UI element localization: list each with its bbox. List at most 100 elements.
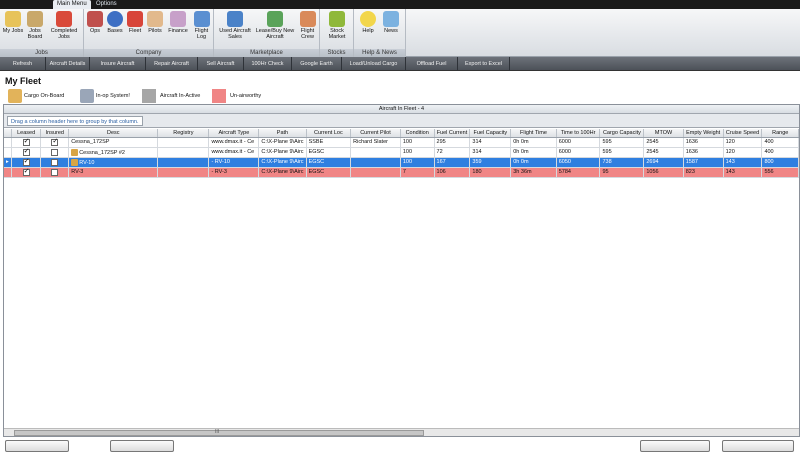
cargo-box-icon <box>8 89 22 103</box>
column-header-insured[interactable]: Insured <box>40 129 70 138</box>
leased-cell <box>11 147 42 158</box>
insured-checkbox[interactable] <box>51 137 59 146</box>
table-row[interactable]: ▸ RV-10 - RV-10C:\X-Plane 9\AircEGSC 100167… <box>4 157 799 168</box>
sell-aircraft-button[interactable]: Sell Aircraft <box>198 57 244 71</box>
cell-fuel-capacity: 359 <box>469 157 512 168</box>
lease-buy-new-aircraft-button[interactable]: Lease/Buy New Aircraft <box>255 11 295 40</box>
news-button[interactable]: News <box>380 11 402 34</box>
column-header-current-loc[interactable]: Current Loc <box>306 129 352 138</box>
cell-time-to-100hr: 6000 <box>556 147 601 158</box>
cell-condition: 100 <box>400 147 435 158</box>
tab-options[interactable]: Options <box>92 0 121 9</box>
leased-cell <box>11 157 42 168</box>
fleet-button[interactable]: Fleet <box>126 11 144 34</box>
cell-cargo-capacity: 738 <box>599 157 645 168</box>
insured-checkbox[interactable] <box>51 158 59 166</box>
repair-aircraft-button[interactable]: Repair Aircraft <box>146 57 198 71</box>
flight-log-button[interactable]: Flight Log <box>191 11 212 40</box>
column-header-path[interactable]: Path <box>258 129 307 138</box>
column-header-aircraft-type[interactable]: Aircraft Type <box>208 129 260 138</box>
cell-flight-time: 0h 0m <box>510 147 557 158</box>
column-header-empty-weight[interactable]: Empty Weight <box>683 129 724 138</box>
insured-checkbox[interactable] <box>51 168 59 176</box>
leased-checkbox[interactable] <box>22 137 30 146</box>
jobs-board-button[interactable]: Jobs Board <box>25 11 45 40</box>
column-header-current-pilot[interactable]: Current Pilot <box>350 129 401 138</box>
bottom-button-2[interactable] <box>110 440 174 452</box>
used-aircraft-sales-button[interactable]: Used Aircraft Sales <box>217 11 253 40</box>
cell-current-loc: EGSC <box>306 157 352 168</box>
cell-desc: RV-3 <box>68 167 159 178</box>
cell-cruise-speed: 143 <box>723 167 763 178</box>
cell-registry <box>157 137 210 148</box>
google-earth-button[interactable]: Google Earth <box>292 57 342 71</box>
cell-cargo-capacity: 95 <box>599 167 645 178</box>
fleet-toolbar: Refresh Aircraft Details Insure Aircraft… <box>0 57 800 71</box>
cell-current-pilot <box>350 147 401 158</box>
column-header-fuel-current[interactable]: Fuel Current <box>434 129 471 138</box>
horizontal-scrollbar[interactable]: III <box>4 428 799 436</box>
bottom-button-3[interactable] <box>640 440 710 452</box>
bottom-button-1[interactable] <box>5 440 69 452</box>
export-to-excel-button[interactable]: Export to Excel <box>458 57 510 71</box>
cell-aircraft-type: - RV-3 <box>208 167 260 178</box>
group-label-help-news: Help & News <box>354 49 405 57</box>
scroll-thumb[interactable]: III <box>14 429 424 436</box>
column-header-leased[interactable]: Leased <box>11 129 42 138</box>
group-company: Ops Bases Fleet Pilots Finance Flight Lo… <box>84 9 214 57</box>
flight-crew-button[interactable]: Flight Crew <box>297 11 318 40</box>
table-row[interactable]: Cessna_172SP www.dmax.it - CeC:\X-Plane 9… <box>4 137 799 148</box>
insured-checkbox[interactable] <box>51 148 59 156</box>
cell-condition: 100 <box>400 137 435 148</box>
load-unload-cargo-button[interactable]: Load/Unload Cargo <box>342 57 406 71</box>
column-header-desc[interactable]: Desc <box>68 129 159 138</box>
stock-market-button[interactable]: Stock Market <box>323 11 351 40</box>
leased-checkbox[interactable] <box>22 157 30 166</box>
money-icon <box>170 11 186 27</box>
pilots-button[interactable]: Pilots <box>145 11 165 34</box>
column-header-flight-time[interactable]: Flight Time <box>510 129 557 138</box>
insure-aircraft-button[interactable]: Insure Aircraft <box>90 57 146 71</box>
bases-button[interactable]: Bases <box>105 11 125 34</box>
insured-cell <box>40 167 70 178</box>
hundred-hr-check-button[interactable]: 100Hr Check <box>244 57 292 71</box>
column-header-mtow[interactable]: MTOW <box>643 129 684 138</box>
cell-cruise-speed: 143 <box>723 157 763 168</box>
column-header-time-to-100hr[interactable]: Time to 100Hr <box>556 129 601 138</box>
leased-checkbox[interactable] <box>22 167 30 176</box>
cell-empty-weight: 1636 <box>683 137 724 148</box>
cell-fuel-current: 72 <box>434 147 471 158</box>
tab-main-menu[interactable]: Main Menu <box>53 0 91 9</box>
group-label-stocks: Stocks <box>320 49 353 57</box>
refresh-button[interactable]: Refresh <box>0 57 46 71</box>
legend-unairworthy: Un-airworthy <box>230 93 262 99</box>
group-by-area[interactable]: Drag a column header here to group by th… <box>4 114 799 128</box>
my-jobs-button[interactable]: My Jobs <box>2 11 24 34</box>
table-row[interactable]: Cessna_172SP #2 www.dmax.it - CeC:\X-Plan… <box>4 147 799 158</box>
leased-checkbox[interactable] <box>22 147 30 156</box>
checkmark-icon <box>56 11 72 27</box>
ops-button[interactable]: Ops <box>86 11 104 34</box>
help-button[interactable]: Help <box>358 11 378 34</box>
column-header-cruise-speed[interactable]: Cruise Speed <box>723 129 763 138</box>
row-indicator <box>4 147 12 158</box>
finance-button[interactable]: Finance <box>166 11 190 34</box>
cell-mtow: 2545 <box>643 147 684 158</box>
cell-aircraft-type: - RV-10 <box>208 157 260 168</box>
column-header-condition[interactable]: Condition <box>400 129 435 138</box>
cell-mtow: 2694 <box>643 157 684 168</box>
legend-cargo: Cargo On-Board <box>24 93 65 99</box>
completed-jobs-button[interactable]: Completed Jobs <box>47 11 81 40</box>
aircraft-details-button[interactable]: Aircraft Details <box>46 57 90 71</box>
cell-mtow: 2545 <box>643 137 684 148</box>
column-header-range[interactable]: Range <box>761 129 799 138</box>
table-row[interactable]: RV-3 - RV-3C:\X-Plane 9\AircEGSC 71061803h… <box>4 167 799 178</box>
bottom-button-4[interactable] <box>722 440 794 452</box>
cell-condition: 100 <box>400 157 435 168</box>
column-header-registry[interactable]: Registry <box>157 129 210 138</box>
cell-path: C:\X-Plane 9\Airc <box>258 137 307 148</box>
column-header-cargo-capacity[interactable]: Cargo Capacity <box>599 129 645 138</box>
logbook-icon <box>193 11 210 27</box>
offload-fuel-button[interactable]: Offload Fuel <box>406 57 458 71</box>
column-header-fuel-capacity[interactable]: Fuel Capacity <box>469 129 512 138</box>
